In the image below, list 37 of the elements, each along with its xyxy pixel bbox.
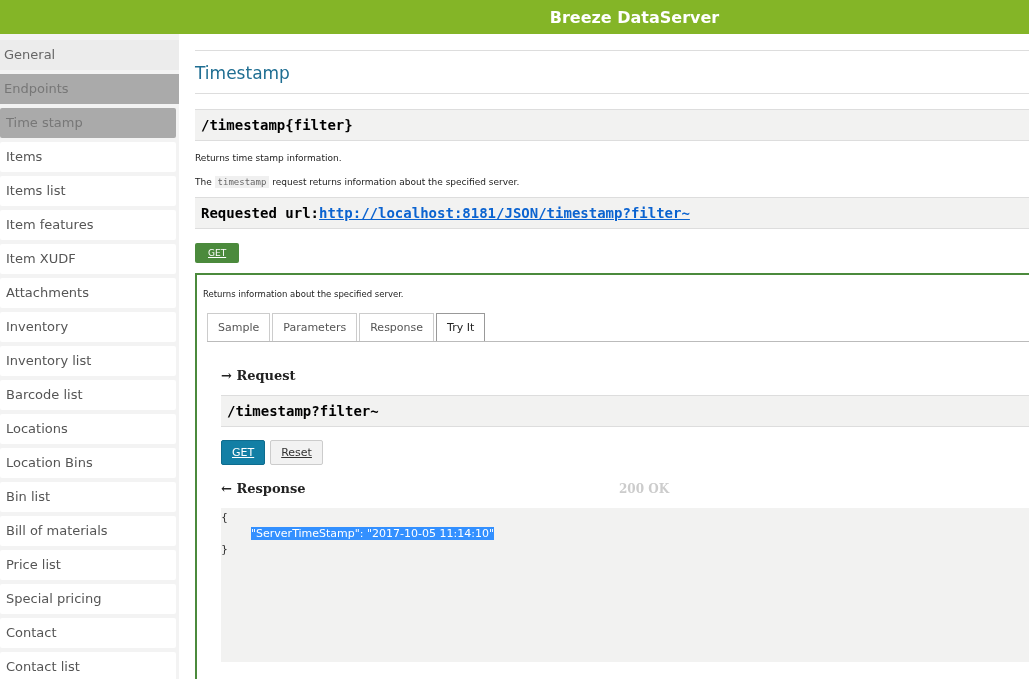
sidebar-item[interactable]: Items <box>0 142 176 172</box>
tab[interactable]: Parameters <box>272 313 358 341</box>
sidebar-item[interactable]: Inventory <box>0 312 176 342</box>
sidebar-item[interactable]: Bill of materials <box>0 516 176 546</box>
tab[interactable]: Response <box>359 313 435 341</box>
request-path-field[interactable]: /timestamp?filter~ <box>221 395 1029 427</box>
sidebar-item[interactable]: Location Bins <box>0 448 176 478</box>
tab[interactable]: Try It <box>436 313 486 341</box>
sidebar-item[interactable]: Item features <box>0 210 176 240</box>
sidebar-item[interactable]: Contact <box>0 618 176 648</box>
method-tag: GET <box>195 243 240 263</box>
sidebar-item[interactable]: Item XUDF <box>0 244 176 274</box>
sidebar-item[interactable]: Inventory list <box>0 346 176 376</box>
json-line: } <box>221 543 228 556</box>
tab[interactable]: Sample <box>207 313 271 341</box>
sidebar-item[interactable]: Contact list <box>0 652 176 679</box>
endpoint-path: /timestamp{filter} <box>195 109 1029 141</box>
sidebar-item[interactable]: Bin list <box>0 482 176 512</box>
json-line: { <box>221 511 228 524</box>
sidebar-section[interactable]: General <box>0 40 179 70</box>
get-button[interactable]: GET <box>221 440 266 465</box>
sidebar-item[interactable]: Price list <box>0 550 176 580</box>
page-title: Timestamp <box>195 62 291 85</box>
sidebar-item[interactable]: Special pricing <box>0 584 176 614</box>
section-heading: ← Response <box>221 481 307 496</box>
summary-text: Returns time stamp information. <box>195 153 343 163</box>
sidebar-item[interactable]: Locations <box>0 414 176 444</box>
url-link[interactable]: http://localhost:8181/JSON/timestamp?filter~ <box>319 205 690 221</box>
panel-description: Returns information about the specified server. <box>203 289 405 299</box>
section-heading: → Request <box>221 368 297 383</box>
description-text: The timestamp request returns information about the specified server. <box>195 177 521 187</box>
url-label: Requested url: <box>201 205 319 221</box>
sidebar-item[interactable]: Barcode list <box>0 380 176 410</box>
reset-button[interactable]: Reset <box>270 440 323 465</box>
app-title: Breeze DataServer <box>549 7 720 27</box>
sidebar-item[interactable]: Items list <box>0 176 176 206</box>
sidebar-item[interactable]: Attachments <box>0 278 176 308</box>
